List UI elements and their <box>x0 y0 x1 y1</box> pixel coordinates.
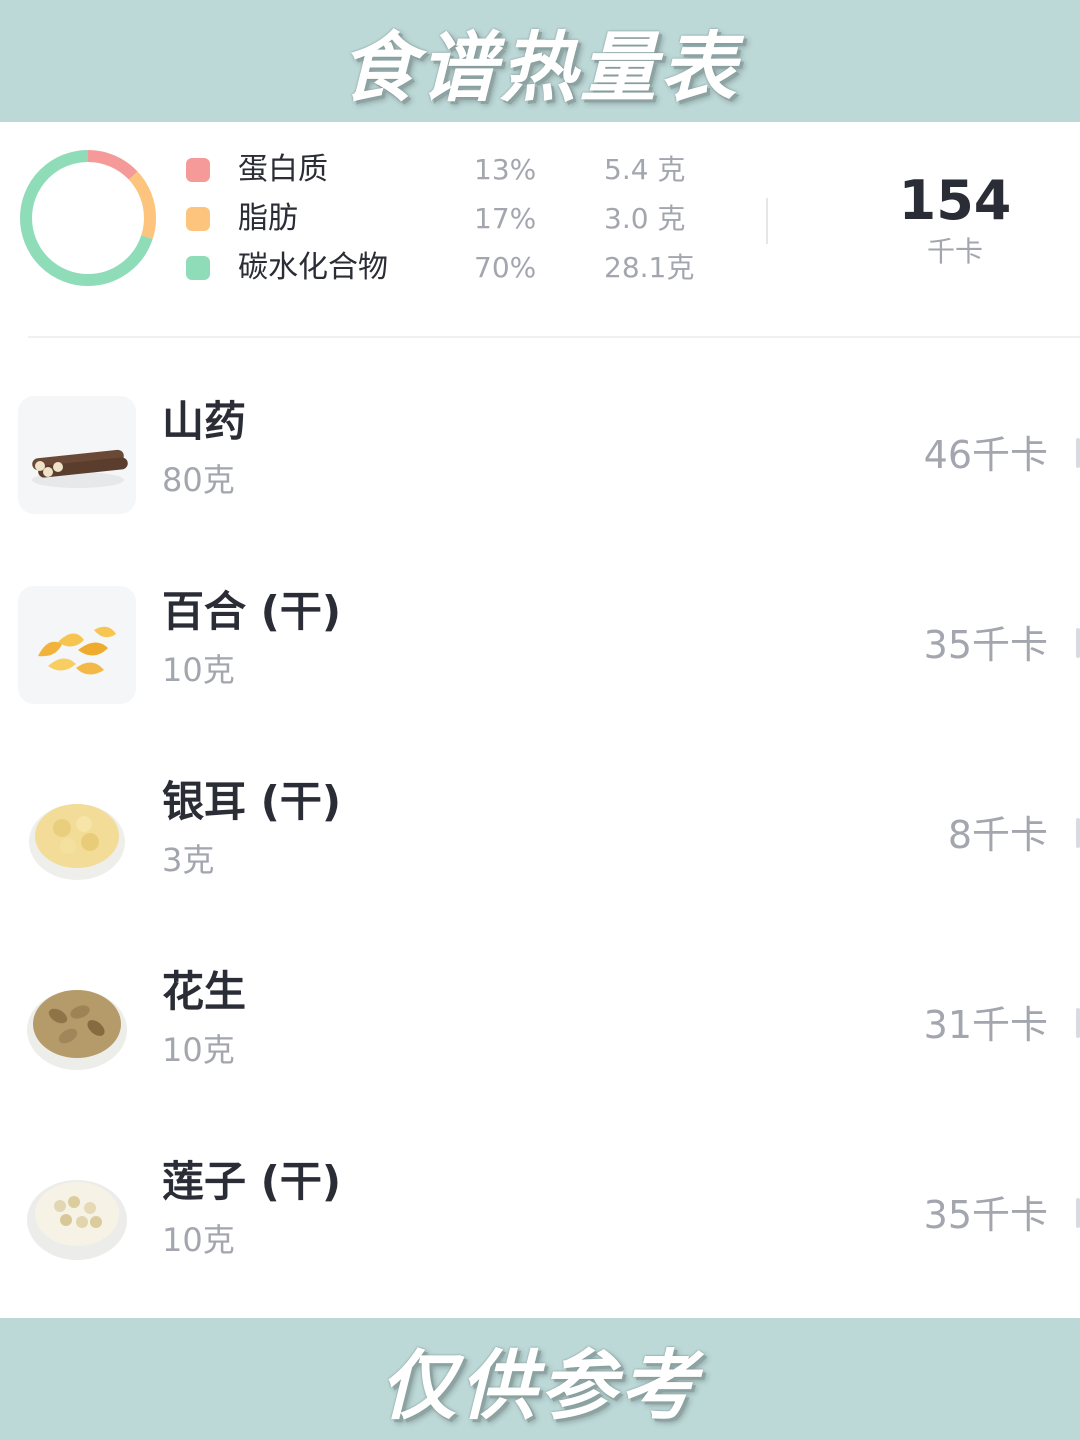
ingredient-row-white-fungus[interactable]: 银耳 (干) 3克 8千卡 <box>0 760 1080 910</box>
ingredient-name: 花生 <box>162 967 247 1016</box>
macro-grams: 5.4 克 <box>604 153 686 186</box>
ingredient-quantity: 80克 <box>162 461 235 499</box>
ingredient-row-yam[interactable]: 山药 80克 46千卡 <box>0 380 1080 530</box>
ingredient-row-peanut[interactable]: 花生 10克 31千卡 <box>0 950 1080 1100</box>
ingredient-quantity: 10克 <box>162 1221 235 1259</box>
ingredient-name: 莲子 (干) <box>162 1157 342 1206</box>
white-fungus-icon <box>18 776 136 894</box>
footer-banner: 仅供参考 <box>0 1318 1080 1440</box>
ingredient-name: 山药 <box>162 397 247 446</box>
lotus-seed-icon <box>18 1156 136 1274</box>
row-edge-marker <box>1076 438 1080 468</box>
macro-percent: 70% <box>474 251 537 284</box>
ingredient-quantity: 3克 <box>162 841 215 879</box>
macro-row-carbs: 碳水化合物 70% 28.1克 <box>186 248 726 288</box>
macro-percent: 13% <box>474 153 537 186</box>
macro-percent: 17% <box>474 202 537 235</box>
section-divider <box>28 336 1080 338</box>
macro-name: 碳水化合物 <box>238 250 388 285</box>
total-calories: 154 <box>898 169 1012 232</box>
nutrition-summary: 蛋白质 13% 5.4 克 脂肪 17% 3.0 克 碳水化合物 70% 28.… <box>0 122 1080 338</box>
macro-name: 脂肪 <box>238 201 298 236</box>
macro-row-fat: 脂肪 17% 3.0 克 <box>186 199 726 239</box>
ingredient-quantity: 10克 <box>162 651 235 689</box>
macro-grams: 28.1克 <box>604 251 695 284</box>
vertical-divider <box>766 198 768 244</box>
ingredient-calories: 46千卡 <box>923 433 1048 477</box>
carbs-color-swatch <box>186 256 210 280</box>
ingredient-name: 银耳 (干) <box>162 777 342 826</box>
ingredient-row-dried-lily[interactable]: 百合 (干) 10克 35千卡 <box>0 570 1080 720</box>
macro-name: 蛋白质 <box>238 152 328 187</box>
fat-color-swatch <box>186 207 210 231</box>
ingredient-row-lotus-seed[interactable]: 莲子 (干) 10克 35千卡 <box>0 1140 1080 1290</box>
title-banner: 食谱热量表 <box>0 0 1080 122</box>
macro-grams: 3.0 克 <box>604 202 686 235</box>
yam-icon <box>18 396 136 514</box>
macro-row-protein: 蛋白质 13% 5.4 克 <box>186 150 726 190</box>
row-edge-marker <box>1076 818 1080 848</box>
dried-lily-icon <box>18 586 136 704</box>
total-calories-unit: 千卡 <box>926 235 983 268</box>
peanut-icon <box>18 966 136 1084</box>
footer-note: 仅供参考 <box>380 1341 700 1430</box>
macro-donut-chart <box>20 150 156 286</box>
row-edge-marker <box>1076 628 1080 658</box>
ingredient-quantity: 10克 <box>162 1031 235 1069</box>
ingredient-calories: 31千卡 <box>923 1003 1048 1047</box>
ingredient-name: 百合 (干) <box>162 587 342 636</box>
page-title: 食谱热量表 <box>340 23 740 112</box>
ingredient-calories: 35千卡 <box>923 623 1048 667</box>
protein-color-swatch <box>186 158 210 182</box>
row-edge-marker <box>1076 1008 1080 1038</box>
ingredient-calories: 8千卡 <box>947 813 1048 857</box>
row-edge-marker <box>1076 1198 1080 1228</box>
ingredient-calories: 35千卡 <box>923 1193 1048 1237</box>
